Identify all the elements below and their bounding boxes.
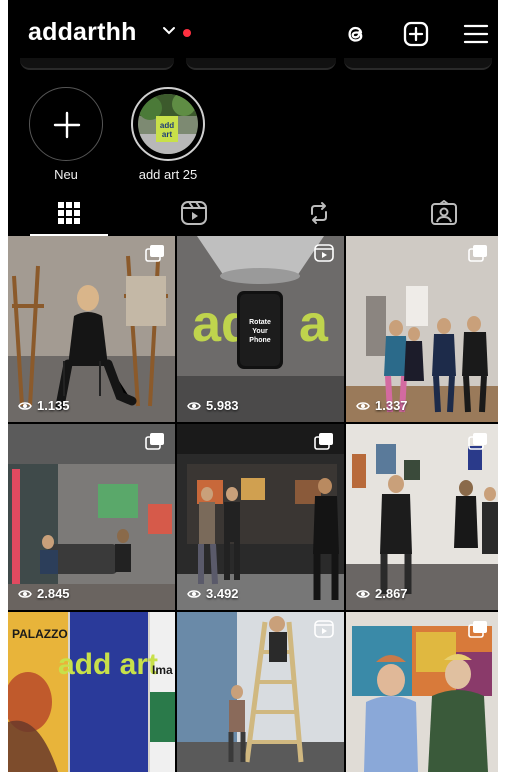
highlight-circle: [29, 87, 103, 161]
highlight-new[interactable]: Neu: [26, 87, 106, 182]
view-count: 1.135: [18, 398, 70, 413]
reels-icon: [314, 244, 334, 262]
poster-text: add art: [58, 648, 158, 681]
highlight-label: Neu: [54, 167, 78, 182]
highlight-add-art[interactable]: add art add art 25: [128, 87, 208, 182]
eye-icon: [356, 589, 370, 598]
poster-title: PALAZZO: [12, 627, 68, 641]
view-count-text: 3.492: [206, 586, 239, 601]
view-count: 2.867: [356, 586, 408, 601]
view-count: 1.337: [356, 398, 408, 413]
view-count: 5.983: [187, 398, 239, 413]
repost-icon: [311, 202, 327, 224]
view-count: 3.492: [187, 586, 239, 601]
svg-text:art: art: [162, 130, 173, 139]
profile-screen: addarthh Neu add art add art 25 1.135 a …: [8, 0, 498, 772]
post-tile[interactable]: 3.492: [177, 424, 344, 610]
view-count-text: 2.845: [37, 586, 70, 601]
eye-icon: [18, 589, 32, 598]
post-tile[interactable]: [177, 612, 344, 772]
chevron-down-icon[interactable]: [162, 24, 176, 38]
view-count-text: 5.983: [206, 398, 239, 413]
threads-icon[interactable]: [342, 20, 370, 48]
notification-dot: [183, 29, 191, 37]
tab-posts[interactable]: [8, 190, 130, 236]
view-count: 2.845: [18, 586, 70, 601]
stats-card: [186, 58, 336, 70]
post-thumbnail: [177, 424, 344, 610]
username-switcher[interactable]: addarthh: [28, 18, 137, 47]
highlight-cover-image: add art: [138, 94, 198, 154]
tab-reels[interactable]: [133, 190, 255, 236]
plus-icon: [53, 111, 81, 139]
post-thumbnail: [346, 236, 498, 422]
post-thumbnail: [346, 424, 498, 610]
post-tile[interactable]: [346, 612, 498, 772]
view-count-text: 1.135: [37, 398, 70, 413]
post-thumbnail: [8, 236, 175, 422]
tagged-icon: [431, 200, 457, 225]
view-count-text: 1.337: [375, 398, 408, 413]
carousel-icon: [314, 433, 333, 450]
post-tile[interactable]: 1.337: [346, 236, 498, 422]
stats-card: [344, 58, 492, 70]
reels-icon: [181, 201, 207, 225]
carousel-icon: [145, 245, 164, 262]
eye-icon: [187, 401, 201, 410]
eye-icon: [187, 589, 201, 598]
stats-card: [20, 58, 174, 70]
highlight-circle: add art: [131, 87, 205, 161]
post-tile[interactable]: 2.845: [8, 424, 175, 610]
eye-icon: [356, 401, 370, 410]
carousel-icon: [468, 621, 487, 638]
tab-tagged[interactable]: [383, 190, 498, 236]
post-tile[interactable]: 2.867: [346, 424, 498, 610]
post-thumbnail: PALAZZO add art Ima: [8, 612, 175, 772]
post-thumbnail: [8, 424, 175, 610]
eye-icon: [18, 401, 32, 410]
phone-screen-text: Rotate Your Phone: [249, 319, 271, 344]
post-tile[interactable]: add a Rotate Your Phone 5.983: [177, 236, 344, 422]
menu-icon[interactable]: [462, 20, 490, 48]
carousel-icon: [468, 433, 487, 450]
poster-side-text: Ima: [152, 663, 173, 677]
grid-icon: [58, 202, 80, 224]
carousel-icon: [468, 245, 487, 262]
tab-reposts[interactable]: [258, 190, 380, 236]
profile-tabs: [8, 190, 498, 236]
carousel-icon: [145, 433, 164, 450]
create-post-icon[interactable]: [402, 20, 430, 48]
profile-header: addarthh: [8, 0, 498, 70]
svg-text:add: add: [160, 121, 174, 130]
highlight-label: add art 25: [138, 167, 198, 182]
reels-icon: [314, 620, 334, 638]
view-count-text: 2.867: [375, 586, 408, 601]
post-tile[interactable]: PALAZZO add art Ima: [8, 612, 175, 772]
post-tile[interactable]: 1.135: [8, 236, 175, 422]
